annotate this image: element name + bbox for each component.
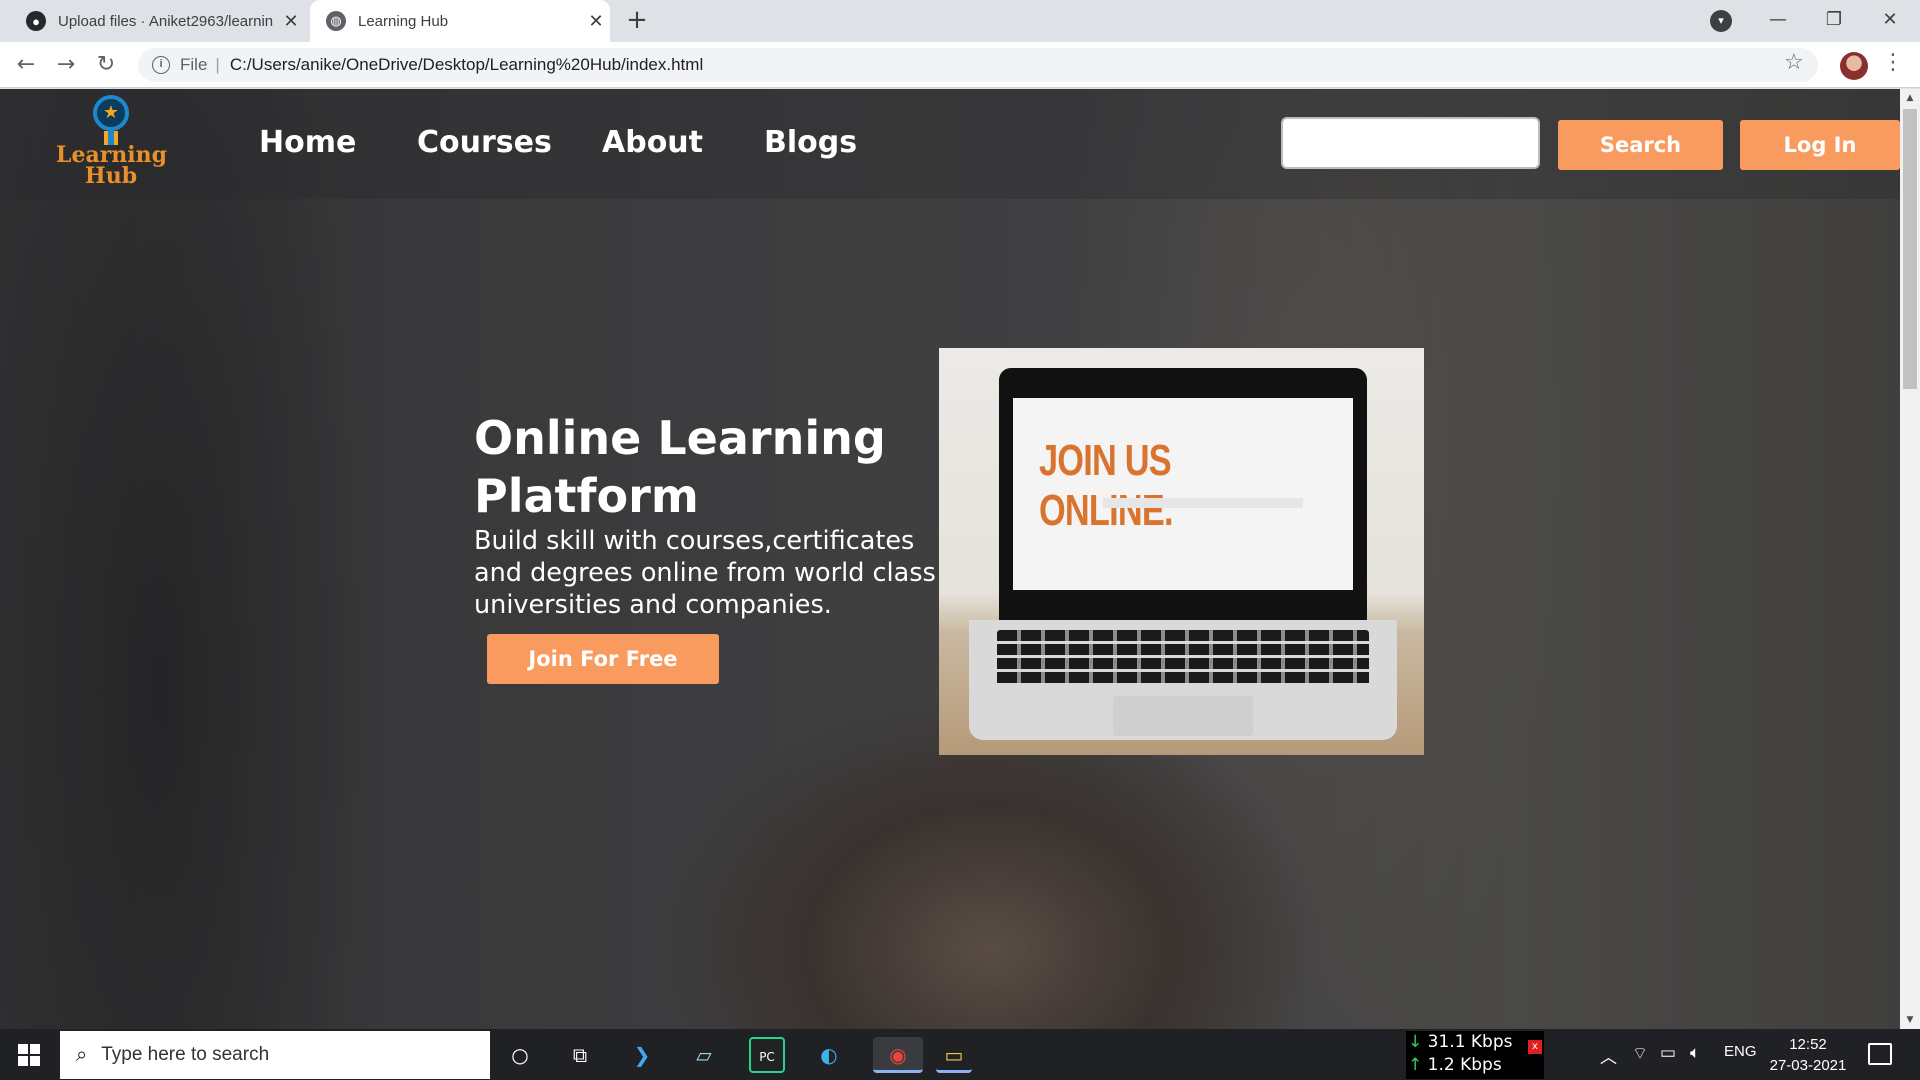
site-header: ★ Learning Hub Home Courses About Blogs … <box>0 89 1900 199</box>
download-arrow-icon: ↓ <box>1408 1032 1423 1052</box>
join-for-free-button[interactable]: Join For Free <box>487 634 719 684</box>
hero-title: Online Learning Platform <box>474 411 886 523</box>
laptop-screen: JOIN US ONLINE. <box>999 368 1367 620</box>
nav-about[interactable]: About <box>602 125 703 160</box>
hero-laptop-image: JOIN US ONLINE. <box>939 348 1424 755</box>
chevron-up-icon[interactable]: ︿ <box>1600 1043 1617 1068</box>
clock-date: 27-03-2021 <box>1769 1057 1847 1074</box>
tab-upload-files[interactable]: ● Upload files · Aniket2963/learnin ✕ <box>10 0 305 42</box>
tab-search-icon[interactable]: ▾ <box>1710 10 1732 32</box>
vscode-icon[interactable]: ❯ <box>624 1037 660 1073</box>
menu-kebab-icon[interactable]: ⋮ <box>1882 50 1904 75</box>
search-button[interactable]: Search <box>1558 120 1723 170</box>
bookmark-star-icon[interactable]: ☆ <box>1784 50 1804 75</box>
windows-taskbar: ⌕ Type here to search ○ ⧉ ❯ ▱ PC ◐ ◉ ▭ ↓… <box>0 1029 1920 1080</box>
join-us-online-text: JOIN US ONLINE. <box>1039 436 1174 535</box>
scroll-up-icon[interactable]: ▲ <box>1900 89 1920 107</box>
new-tab-button[interactable]: + <box>622 6 652 36</box>
taskbar-search-placeholder: Type here to search <box>101 1044 270 1065</box>
nav-home[interactable]: Home <box>259 125 356 160</box>
login-button[interactable]: Log In <box>1740 120 1900 170</box>
browser-tab-bar: ● Upload files · Aniket2963/learnin ✕ ◍ … <box>0 0 1920 42</box>
clock-time: 12:52 <box>1789 1036 1827 1053</box>
task-view-icon[interactable]: ⧉ <box>562 1037 598 1073</box>
laptop-display: JOIN US ONLINE. <box>1013 398 1353 590</box>
notification-icon[interactable] <box>1868 1043 1892 1065</box>
globe-icon: ◍ <box>326 11 346 31</box>
clock[interactable]: 12:52 27-03-2021 <box>1766 1034 1850 1076</box>
trackpad <box>1113 696 1253 736</box>
windows-start-icon[interactable] <box>18 1044 40 1066</box>
address-separator: | <box>215 55 220 74</box>
profile-avatar[interactable] <box>1840 52 1868 80</box>
hero-subtitle: Build skill with courses,certificates an… <box>474 526 936 620</box>
upload-arrow-icon: ↑ <box>1408 1055 1423 1075</box>
tab-title: Upload files · Aniket2963/learnin <box>58 12 274 30</box>
close-icon[interactable]: ✕ <box>582 11 610 32</box>
site-logo[interactable]: ★ Learning Hub <box>56 95 167 195</box>
page-viewport: ★ Learning Hub Home Courses About Blogs … <box>0 89 1900 1029</box>
taskbar-search-input[interactable]: ⌕ Type here to search <box>60 1031 490 1079</box>
minimize-button[interactable]: — <box>1750 0 1806 42</box>
close-icon[interactable]: ✕ <box>277 11 305 32</box>
tab-title: Learning Hub <box>358 12 449 30</box>
address-url[interactable]: C:/Users/anike/OneDrive/Desktop/Learning… <box>230 55 703 75</box>
chrome-icon[interactable]: ◉ <box>873 1037 923 1073</box>
back-arrow-icon[interactable]: ← <box>10 49 42 81</box>
nav-blogs[interactable]: Blogs <box>764 125 857 160</box>
close-window-button[interactable]: ✕ <box>1862 0 1918 42</box>
language-indicator[interactable]: ENG <box>1724 1043 1757 1060</box>
pycharm-icon[interactable]: PC <box>749 1037 785 1073</box>
display-faint-line <box>1103 498 1303 508</box>
medal-star-icon: ★ <box>93 95 129 131</box>
scrollbar-thumb[interactable] <box>1903 109 1917 389</box>
forward-arrow-icon[interactable]: → <box>50 49 82 81</box>
battery-icon[interactable]: ▭ <box>1660 1043 1676 1063</box>
file-explorer-icon[interactable]: ▭ <box>936 1037 972 1073</box>
net-meter-close-icon[interactable]: x <box>1528 1040 1542 1054</box>
net-down: 31.1 Kbps <box>1427 1032 1513 1052</box>
logo-line-2: Hub <box>84 163 138 189</box>
tab-learning-hub[interactable]: ◍ Learning Hub ✕ <box>310 0 610 42</box>
cortana-icon[interactable]: ○ <box>502 1037 538 1073</box>
scroll-down-icon[interactable]: ▼ <box>1900 1011 1920 1029</box>
network-speed-meter: ↓ 31.1 Kbps ↑ 1.2 Kbps <box>1406 1031 1544 1079</box>
keyboard-keys <box>997 630 1369 686</box>
wifi-icon[interactable]: ⌔ <box>1632 1043 1648 1064</box>
edge-icon[interactable]: ◐ <box>811 1037 847 1073</box>
browser-toolbar: ← → ↻ i File | C:/Users/anike/OneDrive/D… <box>0 42 1920 88</box>
restore-button[interactable]: ❐ <box>1806 0 1862 42</box>
reload-icon[interactable]: ↻ <box>90 49 122 81</box>
volume-icon[interactable]: 🔈︎ <box>1690 1043 1700 1063</box>
laptop-keyboard <box>969 620 1397 740</box>
search-icon: ⌕ <box>76 1043 88 1066</box>
notepad-icon[interactable]: ▱ <box>686 1037 722 1073</box>
net-up: 1.2 Kbps <box>1427 1055 1502 1075</box>
nav-courses[interactable]: Courses <box>417 125 552 160</box>
address-scheme: File <box>180 55 208 74</box>
info-icon[interactable]: i <box>152 56 170 74</box>
address-bar[interactable]: i File | C:/Users/anike/OneDrive/Desktop… <box>138 48 1818 82</box>
github-icon: ● <box>26 11 46 31</box>
search-input[interactable] <box>1281 117 1540 169</box>
vertical-scrollbar[interactable]: ▲ ▼ <box>1900 89 1920 1029</box>
